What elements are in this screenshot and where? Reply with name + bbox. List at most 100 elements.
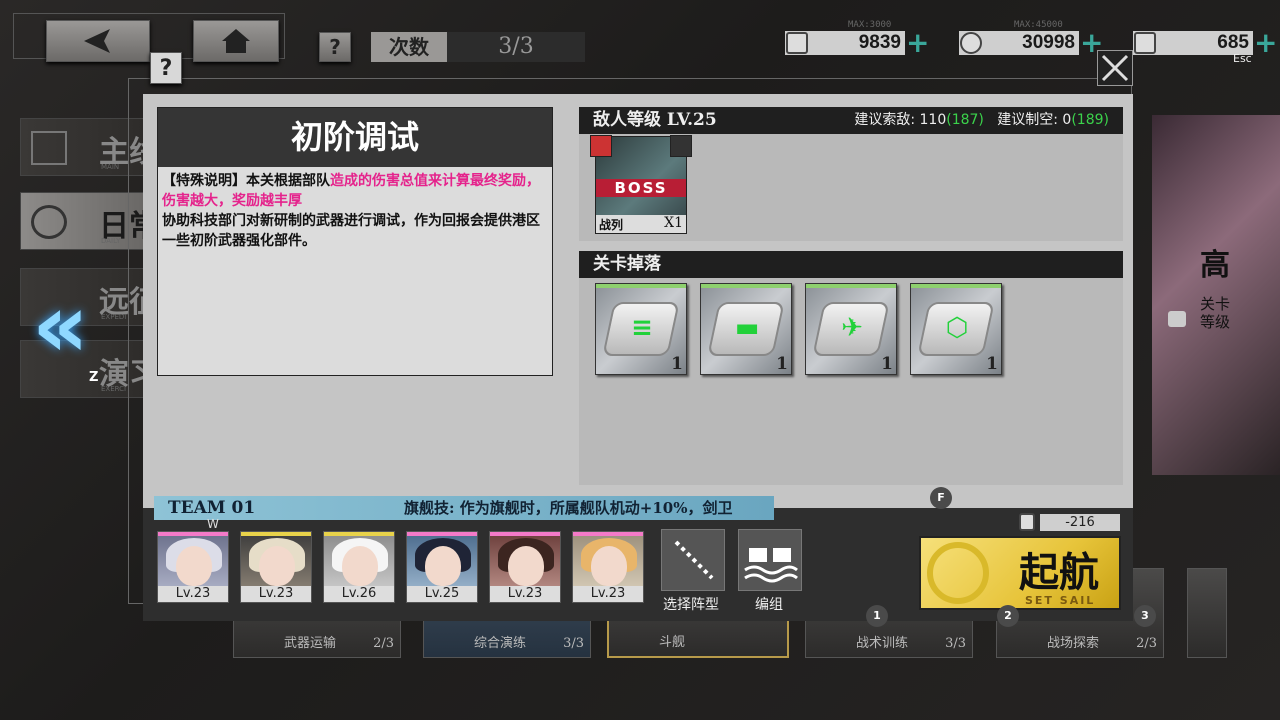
home-icon xyxy=(222,29,250,53)
drop-count: 1 xyxy=(671,354,683,374)
ship-slot[interactable]: Lv.23 xyxy=(157,531,229,603)
ship-level: Lv.26 xyxy=(324,586,394,602)
set-sail-button[interactable]: 起航 SET SAIL xyxy=(919,536,1121,610)
drop-item[interactable]: ≡ 1 xyxy=(595,283,687,375)
ship-level: Lv.23 xyxy=(573,586,643,602)
recommend-air-label: 建议制空: 0 xyxy=(997,112,1072,128)
ship-portrait xyxy=(342,546,378,586)
ship-slot[interactable]: Lv.23 xyxy=(489,531,561,603)
recommend-air-value: (189) xyxy=(1071,112,1109,128)
ship-rarity-bar xyxy=(407,532,477,536)
ship-level: Lv.23 xyxy=(241,586,311,602)
main-icon xyxy=(31,131,67,165)
ship-slot[interactable]: Lv.25 xyxy=(406,531,478,603)
home-button[interactable] xyxy=(193,20,279,62)
clock-icon xyxy=(31,205,67,239)
stage-name: 战场探索 xyxy=(1047,636,1100,651)
runs-value: 3/3 xyxy=(447,32,585,62)
ship-rarity-bar xyxy=(158,532,228,536)
boss-badge: BOSS xyxy=(596,179,686,197)
close-button[interactable] xyxy=(1097,50,1133,86)
enemy-card[interactable]: BOSS 战列 X1 xyxy=(590,135,692,234)
modal-help-button[interactable]: ? xyxy=(150,52,182,84)
enemy-footer: 战列 X1 xyxy=(596,215,686,233)
ship-slot[interactable]: Lv.23 xyxy=(572,531,644,603)
fleet-icon xyxy=(744,548,798,583)
gem-add-button[interactable]: + xyxy=(1254,29,1277,57)
shield-icon xyxy=(590,135,612,157)
sidebar-item-sub: MAIN xyxy=(101,163,120,171)
ship-rarity-bar xyxy=(573,532,643,536)
stage-description: 协助科技部门对新研制的武器进行调试，作为回报会提供港区一些初阶武器强化部件。 xyxy=(162,213,540,249)
hotkey-2: 2 xyxy=(997,605,1019,627)
recommend-recon-label: 建议索敌: 110 xyxy=(854,112,947,128)
stage-name: 综合演练 xyxy=(474,636,527,651)
formation-label: 选择阵型 xyxy=(663,597,719,613)
fleet-label: 编组 xyxy=(755,597,783,613)
hotkey-3: 3 xyxy=(1134,605,1156,627)
drops-header: 关卡掉落 xyxy=(579,251,1123,278)
oil-add-button[interactable]: + xyxy=(906,29,929,57)
plate-gun-icon: ≡ xyxy=(631,313,653,343)
ship-portrait xyxy=(591,546,627,586)
stage-name: 战术训练 xyxy=(856,636,909,651)
enemy-type: 战列 xyxy=(599,218,624,232)
sidebar-item-sub: EXPEDI xyxy=(101,313,127,321)
stage-title: 初阶调试 xyxy=(158,108,552,167)
enemy-count: X1 xyxy=(664,215,683,231)
ship-rarity-bar xyxy=(490,532,560,536)
ship-level: Lv.23 xyxy=(158,586,228,602)
drop-rarity-bar xyxy=(911,284,1001,288)
oil-cost: -216 xyxy=(1040,514,1120,531)
drop-rarity-bar xyxy=(701,284,791,288)
back-button[interactable] xyxy=(46,20,150,62)
oil-max: MAX:3000 xyxy=(848,20,892,30)
right-panel-line2: 等级 xyxy=(1200,313,1231,331)
flag-hotkey: W xyxy=(207,517,219,531)
stage-description-block: 【特殊说明】本关根据部队造成的伤害总值来计算最终奖励，伤害越大，奖励越丰厚 协助… xyxy=(158,167,552,255)
coin-icon xyxy=(960,32,982,54)
drop-rarity-bar xyxy=(806,284,896,288)
ship-portrait xyxy=(259,546,295,586)
ship-level: Lv.23 xyxy=(490,586,560,602)
formation-button[interactable] xyxy=(661,529,725,591)
formation-icon xyxy=(674,540,714,580)
ship-rarity-bar xyxy=(324,532,394,536)
back-icon xyxy=(84,29,110,53)
stage-card xyxy=(1187,568,1227,658)
stage-count: 2/3 xyxy=(1136,636,1157,651)
help-button[interactable]: ? xyxy=(319,32,351,62)
sidebar-item-sub: EXERCI xyxy=(101,385,127,393)
recommend-recon-value: (187) xyxy=(946,112,984,128)
ship-slot[interactable]: Lv.23 xyxy=(240,531,312,603)
plate-torpedo-icon: ▬ xyxy=(734,313,760,343)
enemy-header: 敌人等级 LV.25 建议索敌: 110(187) 建议制空: 0(189) xyxy=(579,107,1123,134)
drop-item[interactable]: ⬡ 1 xyxy=(910,283,1002,375)
stage-count: 3/3 xyxy=(945,636,966,651)
back-arrow-icon[interactable]: « xyxy=(32,282,102,374)
set-sail-label: 起航 xyxy=(1019,549,1099,596)
special-prefix: 【特殊说明】本关根据部队 xyxy=(162,173,330,189)
ship-rarity-bar xyxy=(241,532,311,536)
lock-icon xyxy=(1168,311,1186,327)
drop-item[interactable]: ✈ 1 xyxy=(805,283,897,375)
coin-max: MAX:45000 xyxy=(1014,20,1063,30)
stage-name: 斗舰 xyxy=(659,635,686,650)
hotkey-f: F xyxy=(930,487,952,509)
drop-count: 1 xyxy=(986,354,998,374)
right-panel-title: 高 xyxy=(1200,248,1230,283)
back-hotkey: Z xyxy=(89,370,99,385)
plate-auxiliary-icon: ⬡ xyxy=(945,313,969,343)
ship-level: Lv.25 xyxy=(407,586,477,602)
ship-slot[interactable]: Lv.26 xyxy=(323,531,395,603)
oil-icon xyxy=(1019,513,1035,531)
sidebar-item-sub: DAILY xyxy=(101,237,121,245)
ship-portrait xyxy=(176,546,212,586)
fleet-button[interactable] xyxy=(738,529,802,591)
right-panel: 高 关卡 等级 xyxy=(1152,115,1280,475)
esc-hint: Esc xyxy=(1233,52,1252,65)
intro-panel: 初阶调试 【特殊说明】本关根据部队造成的伤害总值来计算最终奖励，伤害越大，奖励越… xyxy=(157,107,553,376)
flagship-skill: 旗舰技: 作为旗舰时，所属舰队机动+10%，剑卫 xyxy=(404,499,733,517)
drop-item[interactable]: ▬ 1 xyxy=(700,283,792,375)
gem-icon xyxy=(1134,32,1156,54)
